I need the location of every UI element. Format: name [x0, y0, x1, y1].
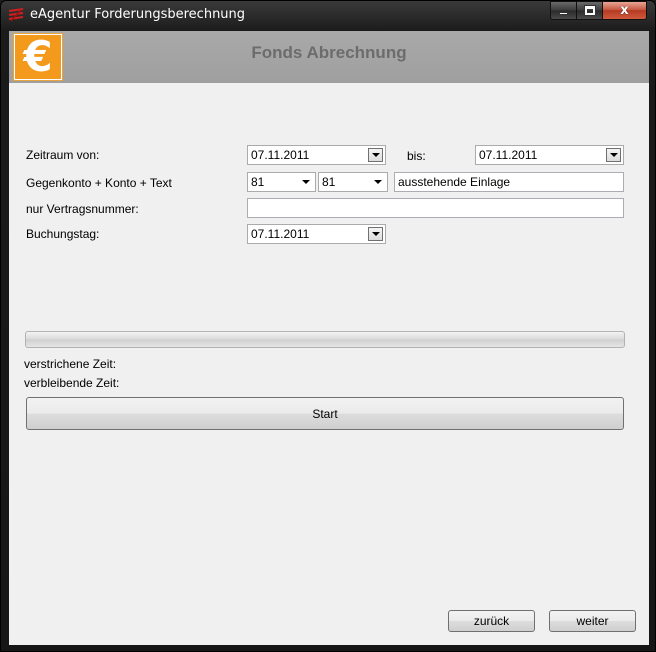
buchungstag-label: Buchungstag:	[26, 227, 100, 241]
next-button[interactable]: weiter	[549, 610, 636, 632]
bis-label: bis:	[407, 149, 426, 163]
zeitraum-label: Zeitraum von:	[26, 148, 100, 162]
minimize-button[interactable]	[550, 1, 577, 20]
elapsed-time-label: verstrichene Zeit:	[24, 357, 117, 371]
gegenkonto-select[interactable]: 81	[247, 172, 316, 192]
back-button[interactable]: zurück	[448, 610, 535, 632]
from-date-picker[interactable]: 07.11.2011	[247, 145, 386, 165]
vertragsnummer-label: nur Vertragsnummer:	[26, 202, 139, 216]
to-date-dropdown-button[interactable]	[606, 148, 621, 162]
maximize-button[interactable]	[577, 1, 603, 20]
close-button[interactable]: x	[603, 1, 647, 20]
close-icon: x	[620, 3, 629, 18]
chevron-down-icon	[371, 153, 380, 157]
client-area: € Fonds Abrechnung Zeitraum von: 07.11.2…	[9, 31, 649, 645]
remaining-time-label: verbleibende Zeit:	[24, 376, 120, 390]
chevron-down-icon	[371, 232, 380, 236]
gegenkonto-label: Gegenkonto + Konto + Text	[26, 176, 172, 190]
app-window: eAgentur Forderungsberechnung x € Fonds …	[0, 0, 656, 652]
buchungstext-value: ausstehende Einlage	[398, 175, 511, 189]
maximize-icon	[583, 5, 596, 16]
konto-select[interactable]: 81	[318, 172, 388, 192]
chevron-down-icon	[609, 153, 618, 157]
vertragsnummer-input[interactable]	[247, 198, 624, 218]
caption-buttons: x	[550, 1, 647, 20]
buchungstext-input[interactable]: ausstehende Einlage	[394, 172, 624, 192]
to-date-value: 07.11.2011	[479, 148, 538, 162]
page-title: Fonds Abrechnung	[251, 43, 407, 62]
app-logo-icon	[8, 8, 24, 22]
konto-value: 81	[322, 175, 336, 189]
from-date-value: 07.11.2011	[251, 148, 310, 162]
start-button[interactable]: Start	[26, 397, 624, 430]
window-title: eAgentur Forderungsberechnung	[30, 7, 246, 22]
to-date-picker[interactable]: 07.11.2011	[475, 145, 624, 165]
title-bar[interactable]: eAgentur Forderungsberechnung x	[1, 1, 655, 29]
buchungstag-dropdown-button[interactable]	[368, 227, 383, 241]
minimize-icon	[559, 12, 568, 15]
buchungstag-value: 07.11.2011	[251, 227, 310, 241]
from-date-dropdown-button[interactable]	[368, 148, 383, 162]
buchungstag-date-picker[interactable]: 07.11.2011	[247, 224, 386, 244]
header-band: € Fonds Abrechnung	[9, 31, 649, 83]
progress-bar	[25, 331, 625, 348]
gegenkonto-value: 81	[251, 175, 265, 189]
chevron-down-icon[interactable]	[374, 180, 382, 184]
chevron-down-icon[interactable]	[302, 180, 310, 184]
